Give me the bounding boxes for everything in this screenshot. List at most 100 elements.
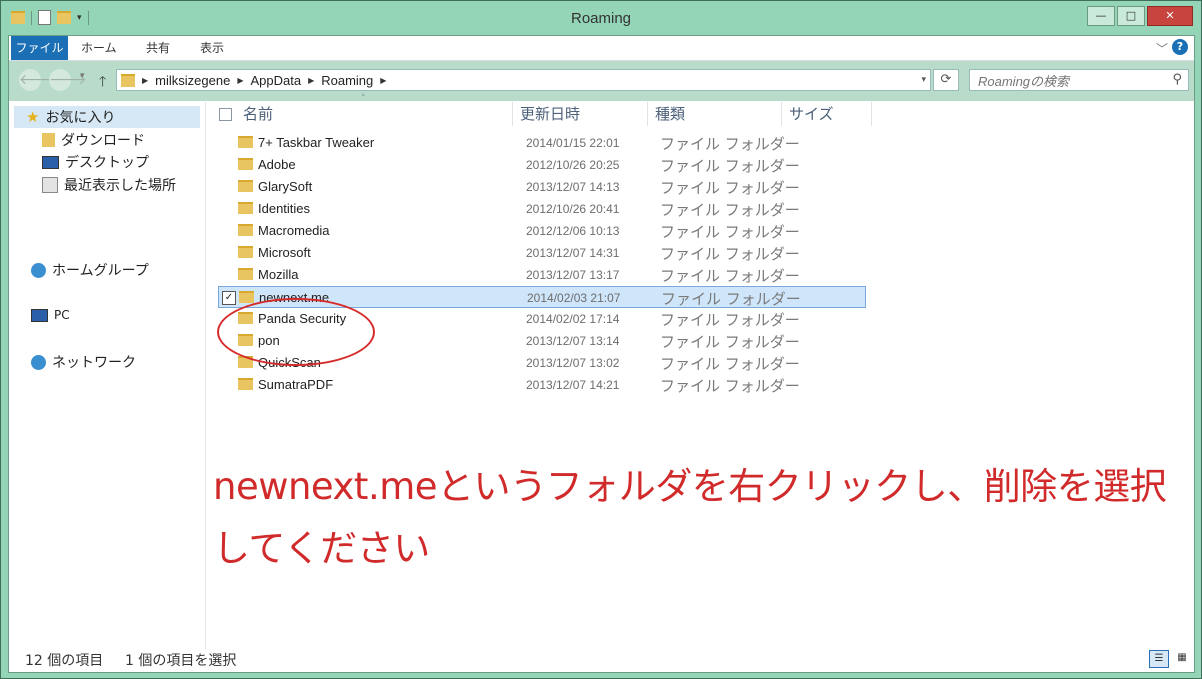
nav-desktop[interactable]: デスクトップ [42,152,149,172]
file-date: 2014/01/15 22:01 [526,136,620,150]
file-type: ファイル フォルダー [660,135,800,153]
breadcrumb-separator-icon[interactable]: ▶ [142,76,148,85]
file-name: Microsoft [258,245,311,260]
column-header-date[interactable]: 更新日時 [513,102,648,126]
row-checkbox[interactable]: ✓ [222,291,236,305]
nav-desktop-label: デスクトップ [65,155,149,171]
up-button[interactable]: 🡑 [99,71,106,95]
file-row[interactable]: Macromedia 2012/12/06 10:13 ファイル フォルダー [218,220,866,242]
tab-file[interactable]: ファイル [11,36,68,60]
forward-button[interactable]: 🡒 [49,69,87,91]
nav-pc-label: PC [54,308,70,322]
address-bar[interactable]: ▶ milksizegene ▶ AppData ▶ Roaming ▶ ▾ [116,69,931,91]
ribbon-tabs: ファイル ホーム 共有 表示 ﹀ ? [9,36,1194,61]
navigation-pane: ★ お気に入り ダウンロード デスクトップ 最近表示した場所 ホームグループ P… [9,102,206,650]
explorer-body: ファイル ホーム 共有 表示 ﹀ ? 🡐 🡒 ▾ 🡑 ▶ milksizegen… [8,35,1195,673]
file-row[interactable]: Adobe 2012/10/26 20:25 ファイル フォルダー [218,154,866,176]
breadcrumb: ▶ milksizegene ▶ AppData ▶ Roaming ▶ [121,73,386,88]
file-date: 2013/12/07 13:14 [526,334,620,348]
file-row[interactable]: GlarySoft 2013/12/07 14:13 ファイル フォルダー [218,176,866,198]
explorer-window: ▾ Roaming — □ ✕ ファイル ホーム 共有 表示 ﹀ ? 🡐 🡒 ▾… [0,0,1202,679]
file-name: Mozilla [258,267,299,282]
file-date: 2012/10/26 20:25 [526,158,620,172]
file-type: ファイル フォルダー [660,157,800,175]
file-date: 2013/12/07 14:21 [526,378,620,392]
file-name: 7+ Taskbar Tweaker [258,135,375,150]
nav-downloads[interactable]: ダウンロード [42,130,145,150]
file-name: GlarySoft [258,179,313,194]
star-icon: ★ [26,108,40,126]
file-row[interactable]: Identities 2012/10/26 20:41 ファイル フォルダー [218,198,866,220]
tab-home[interactable]: ホーム [81,39,117,56]
file-name: Macromedia [258,223,330,238]
maximize-button[interactable]: □ [1117,6,1145,26]
window-controls: — □ ✕ [1087,6,1193,26]
folder-icon [238,246,253,258]
select-all-checkbox[interactable] [219,108,232,121]
file-name: SumatraPDF [258,377,334,392]
file-row[interactable]: Mozilla 2013/12/07 13:17 ファイル フォルダー [218,264,866,286]
window-title: Roaming [570,10,632,27]
breadcrumb-item[interactable]: AppData [250,73,301,88]
column-header-size[interactable]: サイズ [782,102,872,126]
file-row[interactable]: 7+ Taskbar Tweaker 2014/01/15 22:01 ファイル フ… [218,132,866,154]
file-type: ファイル フォルダー [660,333,800,351]
column-header-type[interactable]: 種類 [648,102,782,126]
back-button[interactable]: 🡐 [19,69,57,91]
nav-homegroup[interactable]: ホームグループ [31,260,149,280]
column-header-name[interactable]: ˄ 名前 [206,94,513,126]
selection-count: 1 個の項目を選択 [125,653,237,669]
folder-icon [239,291,254,303]
nav-recent-places[interactable]: 最近表示した場所 [42,175,176,195]
search-icon[interactable]: ⚲ [1172,72,1182,87]
recent-places-icon [42,177,58,193]
minimize-button[interactable]: — [1087,6,1115,26]
nav-recent-label: 最近表示した場所 [64,178,176,194]
file-date: 2013/12/07 13:02 [526,356,620,370]
pc-icon [31,308,48,322]
file-name: Adobe [258,157,296,172]
title-bar: ▾ Roaming — □ ✕ [1,1,1201,35]
search-box[interactable]: ⚲ [969,69,1189,91]
column-size-label: サイズ [789,105,834,123]
nav-favorites-label: お気に入り [45,110,116,126]
tab-share[interactable]: 共有 [146,39,170,56]
expand-ribbon-icon[interactable]: ﹀ [1156,40,1168,57]
refresh-button[interactable]: ⟳ [933,69,959,91]
sort-ascending-icon: ˄ [361,94,366,104]
recent-locations-dropdown[interactable]: ▾ [80,71,85,81]
breadcrumb-item[interactable]: milksizegene [155,73,230,88]
file-type: ファイル フォルダー [660,267,800,285]
homegroup-icon [31,262,46,278]
nav-network[interactable]: ネットワーク [31,352,136,372]
nav-homegroup-label: ホームグループ [52,263,149,279]
tab-view[interactable]: 表示 [200,39,224,56]
file-type: ファイル フォルダー [660,201,800,219]
nav-favorites[interactable]: ★ お気に入り [14,106,200,128]
file-date: 2014/02/02 17:14 [526,312,620,326]
file-row[interactable]: Microsoft 2013/12/07 14:31 ファイル フォルダー [218,242,866,264]
breadcrumb-separator-icon[interactable]: ▶ [237,76,243,85]
status-bar: 12 個の項目 1 個の項目を選択 ☰ ▦ [9,650,1194,672]
file-date: 2013/12/07 14:31 [526,246,620,260]
file-date: 2013/12/07 13:17 [526,268,620,282]
nav-pc[interactable]: PC [31,308,70,322]
search-input[interactable] [976,71,1160,91]
item-count: 12 個の項目 [25,653,104,669]
downloads-icon [42,133,55,147]
details-view-button[interactable]: ☰ [1149,650,1169,668]
breadcrumb-separator-icon[interactable]: ▶ [380,76,386,85]
breadcrumb-item[interactable]: Roaming [321,73,373,88]
network-icon [31,354,46,370]
file-row[interactable]: SumatraPDF 2013/12/07 14:21 ファイル フォルダー [218,374,866,396]
close-button[interactable]: ✕ [1147,6,1193,26]
breadcrumb-separator-icon[interactable]: ▶ [308,76,314,85]
desktop-icon [42,155,59,169]
address-dropdown-icon[interactable]: ▾ [921,74,926,85]
file-type: ファイル フォルダー [660,179,800,197]
column-type-label: 種類 [655,105,686,123]
help-icon[interactable]: ? [1172,39,1188,55]
folder-icon [238,224,253,236]
large-icons-view-button[interactable]: ▦ [1172,650,1192,668]
folder-icon [238,136,253,148]
